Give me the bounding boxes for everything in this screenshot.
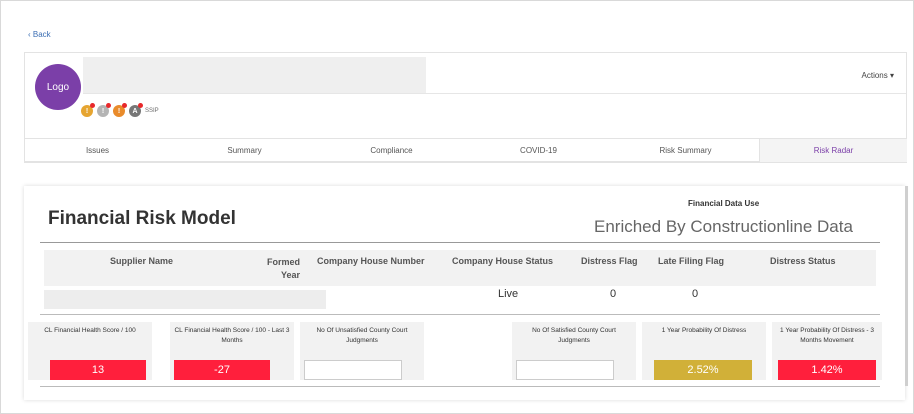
panel-scrollbar[interactable] (905, 186, 908, 386)
tab-compliance[interactable]: Compliance (318, 139, 465, 162)
status-badges: ! ! ! A SSIP (81, 103, 159, 117)
title-divider (40, 242, 880, 243)
metric-card: CL Financial Health Score / 100 13 (28, 322, 152, 380)
alert-dot-icon (106, 103, 111, 108)
accreditation-icon[interactable]: A (129, 103, 143, 117)
metric-label: CL Financial Health Score / 100 - Last 3… (174, 327, 290, 344)
financial-data-use-value: Enriched By Constructionline Data (594, 217, 853, 236)
company-house-status-value: Live (498, 288, 519, 300)
header-formed-year: Formed Year (266, 257, 300, 280)
metric-value-unsatisfied-ccj (304, 360, 402, 380)
tab-covid-19[interactable]: COVID-19 (465, 139, 612, 162)
header-distress-status: Distress Status (770, 256, 836, 266)
back-link[interactable]: ‹ Back (28, 30, 51, 39)
metric-card: No Of Unsatisfied County Court Judgments (300, 322, 424, 380)
finance-icon[interactable]: ! (113, 103, 127, 117)
supplier-logo: Logo (35, 64, 81, 110)
metric-card: 1 Year Probability Of Distress - 3 Month… (772, 322, 882, 380)
supplier-name-redacted (83, 57, 426, 94)
metric-value-probability-distress-3m: 1.42% (778, 360, 876, 380)
header-distress-flag: Distress Flag (581, 256, 638, 266)
tab-risk-radar[interactable]: Risk Radar (759, 139, 907, 162)
alert-dot-icon (138, 103, 143, 108)
finance-icon[interactable]: ! (81, 103, 95, 117)
financial-data-use-label: Financial Data Use (688, 199, 760, 208)
financial-risk-panel: Financial Risk Model Financial Data Use … (24, 186, 905, 400)
panel-title: Financial Risk Model (48, 208, 236, 229)
alert-dot-icon (122, 103, 127, 108)
badge-letter: ! (117, 107, 121, 115)
metric-card: No Of Satisfied County Court Judgments (512, 322, 636, 380)
alert-dot-icon (90, 103, 95, 108)
distress-flag-value: 0 (610, 288, 617, 300)
metric-card: CL Financial Health Score / 100 - Last 3… (170, 322, 294, 380)
supplier-name-cell-redacted (44, 290, 326, 309)
late-filing-flag-value: 0 (692, 288, 699, 300)
header-company-house-status: Company House Status (452, 256, 554, 266)
header-late-filing-flag: Late Filing Flag (658, 256, 725, 266)
badge-letter: ! (101, 107, 105, 115)
metric-label: 1 Year Probability Of Distress (661, 327, 747, 334)
metric-value-health-score: 13 (50, 360, 146, 380)
badge-letter: A (132, 107, 138, 115)
actions-dropdown[interactable]: Actions ▾ (862, 71, 894, 80)
metric-label: No Of Satisfied County Court Judgments (532, 327, 616, 344)
metric-card: 1 Year Probability Of Distress 2.52% (642, 322, 766, 380)
row-divider (40, 314, 880, 315)
bottom-divider (40, 386, 880, 387)
header-divider (83, 93, 906, 94)
ssip-icon[interactable]: SSIP (145, 108, 159, 114)
metric-label: 1 Year Probability Of Distress - 3 Month… (780, 327, 874, 344)
tab-bar: Issues Summary Compliance COVID-19 Risk … (24, 138, 907, 163)
metric-label: CL Financial Health Score / 100 (44, 327, 136, 334)
header-company-house-number: Company House Number (317, 256, 425, 266)
badge-letter: ! (85, 107, 89, 115)
tab-summary[interactable]: Summary (171, 139, 318, 162)
metric-value-satisfied-ccj (516, 360, 614, 380)
tab-issues[interactable]: Issues (24, 139, 171, 162)
metric-value-health-score-3m: -27 (174, 360, 270, 380)
header-supplier-name: Supplier Name (110, 256, 174, 266)
metric-value-probability-distress: 2.52% (654, 360, 752, 380)
document-icon[interactable]: ! (97, 103, 111, 117)
tab-risk-summary[interactable]: Risk Summary (612, 139, 759, 162)
metric-label: No Of Unsatisfied County Court Judgments (316, 327, 408, 344)
